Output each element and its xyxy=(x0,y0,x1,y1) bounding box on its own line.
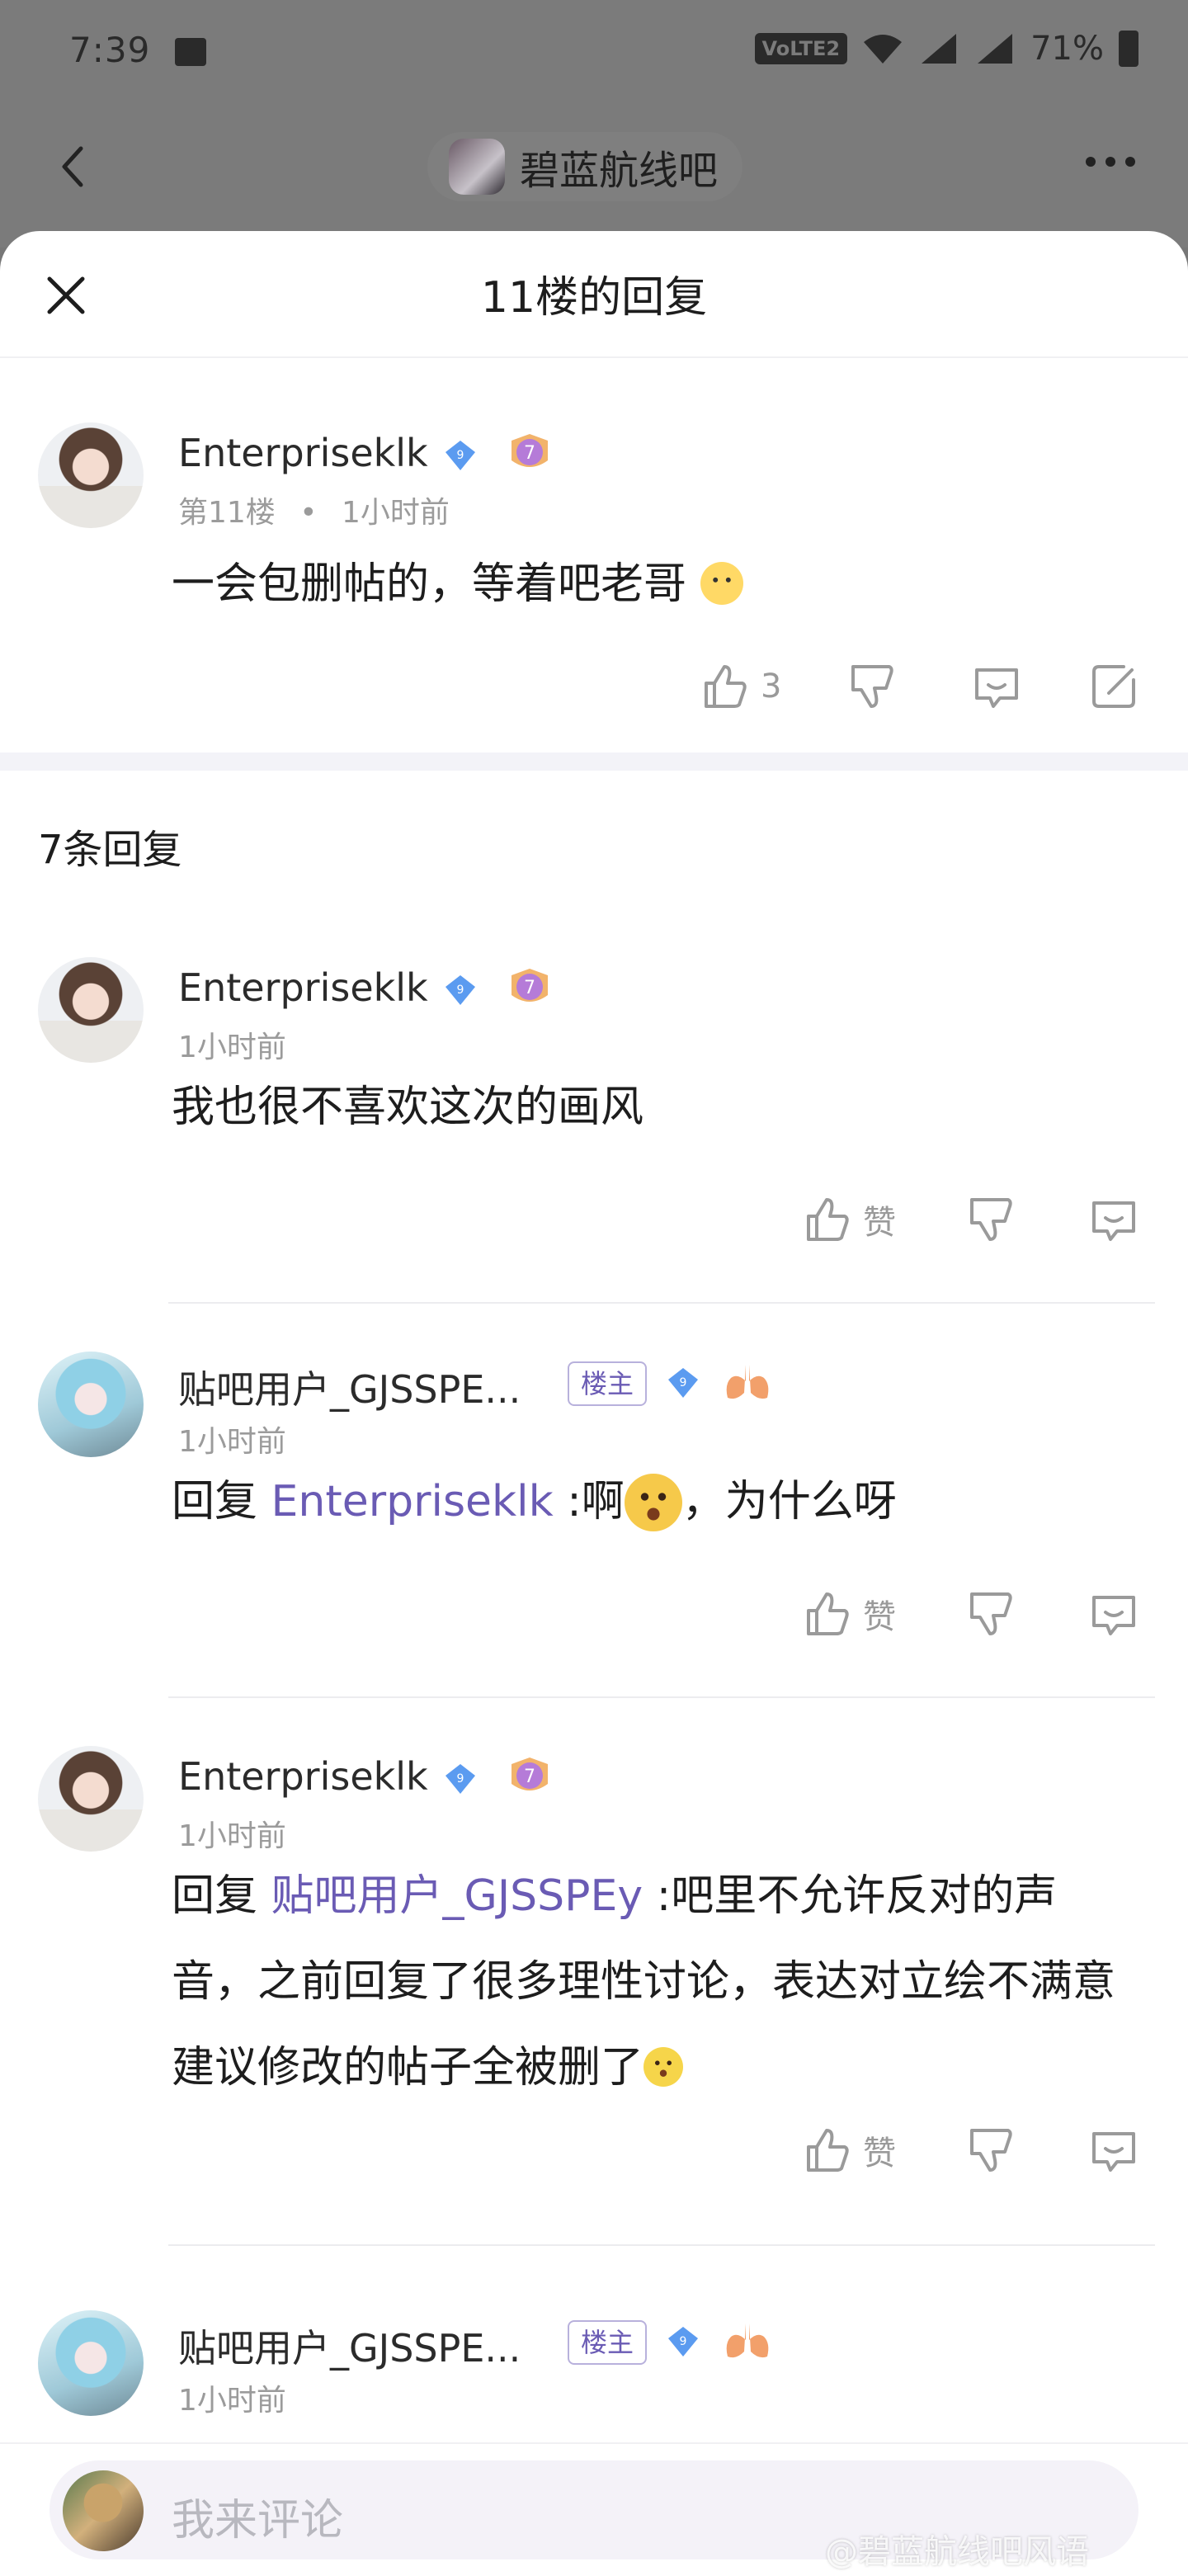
member-diamond-icon: 9 xyxy=(446,975,475,1005)
post-meta: 第11楼 • 1小时前 xyxy=(178,488,450,531)
like-label: 赞 xyxy=(863,2135,896,2173)
reply-item: 贴吧用户_GJSSPE... 楼主 9 1小时前 回复 Enterprisekl… xyxy=(0,1352,1188,1748)
thumbs-down-icon[interactable] xyxy=(845,660,898,713)
thumbs-up-icon xyxy=(705,665,747,708)
section-separator xyxy=(0,753,1188,771)
avatar[interactable] xyxy=(38,1352,144,1457)
lungs-icon xyxy=(726,1365,769,1399)
worried-emoji-icon xyxy=(700,562,743,605)
reply-count: 7条回复 xyxy=(38,827,182,873)
comment-icon[interactable] xyxy=(1087,2124,1140,2177)
thumbs-down-icon[interactable] xyxy=(964,1193,1016,1246)
svg-text:9: 9 xyxy=(457,984,464,997)
like-button[interactable]: 赞 xyxy=(800,2124,896,2177)
like-label: 赞 xyxy=(863,1598,896,1636)
reply-time: 1小时前 xyxy=(178,1031,286,1064)
comment-icon[interactable] xyxy=(1087,1193,1140,1246)
like-count: 3 xyxy=(761,668,782,705)
reply-item: Enterpriseklk 9 7 1小时前 回复 贴吧用户_GJSSPEy :… xyxy=(0,1746,1188,2315)
thumbs-down-icon[interactable] xyxy=(964,1588,1016,1640)
reply-time: 1小时前 xyxy=(178,2384,286,2418)
top-nav: 碧蓝航线吧 xyxy=(0,107,1188,231)
level-badge-icon: 7 xyxy=(512,969,548,1002)
username[interactable]: 贴吧用户_GJSSPE... xyxy=(178,2319,521,2373)
thumbs-up-icon xyxy=(807,2129,849,2172)
forum-avatar xyxy=(449,139,505,195)
more-icon[interactable] xyxy=(1086,157,1135,167)
back-arrow-icon[interactable] xyxy=(50,142,99,191)
main-post: Enterpriseklk 9 7 第11楼 • 1小时前 一会包删帖的，等着吧… xyxy=(0,231,1188,759)
svg-text:9: 9 xyxy=(680,2335,687,2348)
svg-text:7: 7 xyxy=(524,978,535,998)
username[interactable]: Enterpriseklk xyxy=(178,431,428,475)
reply-content: 我也很不喜欢这次的画风 xyxy=(172,1083,644,1132)
signal-icon xyxy=(922,34,957,64)
reply-sheet: 11楼的回复 Enterpriseklk 9 7 第11楼 • 1小时前 一会包… xyxy=(0,231,1188,2574)
post-content: 一会包删帖的，等着吧老哥 xyxy=(172,558,1138,611)
thumbs-up-icon xyxy=(807,1592,849,1635)
reply-time: 1小时前 xyxy=(178,1819,286,1853)
member-diamond-icon: 9 xyxy=(668,1368,698,1398)
member-diamond-icon: 9 xyxy=(446,441,475,470)
wifi-icon xyxy=(864,35,903,64)
username[interactable]: Enterpriseklk xyxy=(178,965,428,1010)
forum-pill[interactable]: 碧蓝航线吧 xyxy=(427,132,743,201)
avatar[interactable] xyxy=(38,957,144,1063)
svg-text:7: 7 xyxy=(524,1767,535,1787)
shocked-emoji-icon xyxy=(624,1474,682,1531)
like-button[interactable]: 3 xyxy=(698,660,781,713)
status-bar: 7:39 VoLTE2 71% xyxy=(0,0,1188,107)
reply-content: 回复 Enterpriseklk :啊 ，为什么呀 xyxy=(172,1459,1138,1545)
reply-divider xyxy=(168,2244,1155,2246)
meta-separator: • xyxy=(299,496,318,530)
status-time: 7:39 xyxy=(69,30,151,70)
volte-badge: VoLTE2 xyxy=(754,33,848,64)
reply-time: 1小时前 xyxy=(178,1425,286,1459)
username[interactable]: 贴吧用户_GJSSPE... xyxy=(178,1360,521,1414)
svg-text:7: 7 xyxy=(524,443,535,464)
avatar[interactable] xyxy=(38,1746,144,1852)
level-badge-icon: 7 xyxy=(512,434,548,467)
thumbs-down-icon[interactable] xyxy=(964,2124,1016,2177)
mention-link[interactable]: Enterpriseklk xyxy=(271,1477,554,1526)
like-button[interactable]: 赞 xyxy=(800,1588,896,1640)
battery-icon xyxy=(1119,31,1138,67)
edit-icon[interactable] xyxy=(1087,660,1140,713)
battery-percent: 71% xyxy=(1030,30,1104,68)
like-label: 赞 xyxy=(863,1204,896,1242)
avatar[interactable] xyxy=(38,2310,144,2416)
post-time: 1小时前 xyxy=(341,496,450,530)
member-diamond-icon: 9 xyxy=(446,1764,475,1794)
my-avatar xyxy=(63,2470,144,2551)
forum-name: 碧蓝航线吧 xyxy=(520,148,719,194)
svg-text:9: 9 xyxy=(680,1376,687,1389)
comment-placeholder: 我来评论 xyxy=(172,2496,344,2545)
level-badge-icon: 7 xyxy=(512,1757,548,1790)
floor-number: 第11楼 xyxy=(178,496,276,530)
owner-badge: 楼主 xyxy=(568,1361,648,1406)
member-diamond-icon: 9 xyxy=(668,2327,698,2357)
avatar[interactable] xyxy=(38,422,144,528)
reply-divider xyxy=(168,1696,1155,1698)
reply-divider xyxy=(168,1302,1155,1304)
smile-emoji-icon xyxy=(644,2047,684,2087)
owner-badge: 楼主 xyxy=(568,2320,648,2365)
username[interactable]: Enterpriseklk xyxy=(178,1754,428,1799)
svg-text:9: 9 xyxy=(457,449,464,462)
comment-icon[interactable] xyxy=(1087,1588,1140,1640)
reply-content: 回复 贴吧用户_GJSSPEy :吧里不允许反对的声音，之前回复了很多理性讨论，… xyxy=(172,1871,1116,2092)
lungs-icon xyxy=(726,2324,769,2358)
like-button[interactable]: 赞 xyxy=(800,1193,896,1246)
mention-link[interactable]: 贴吧用户_GJSSPEy xyxy=(271,1871,644,1921)
comment-icon[interactable] xyxy=(970,660,1023,713)
signal-icon-2 xyxy=(978,34,1013,64)
watermark: @碧蓝航线吧风语 xyxy=(825,2533,1089,2571)
gallery-notification-icon xyxy=(175,38,206,66)
reply-item: Enterpriseklk 9 7 1小时前 我也很不喜欢这次的画风 赞 xyxy=(0,957,1188,1403)
svg-text:9: 9 xyxy=(457,1772,464,1786)
thumbs-up-icon xyxy=(807,1198,849,1241)
